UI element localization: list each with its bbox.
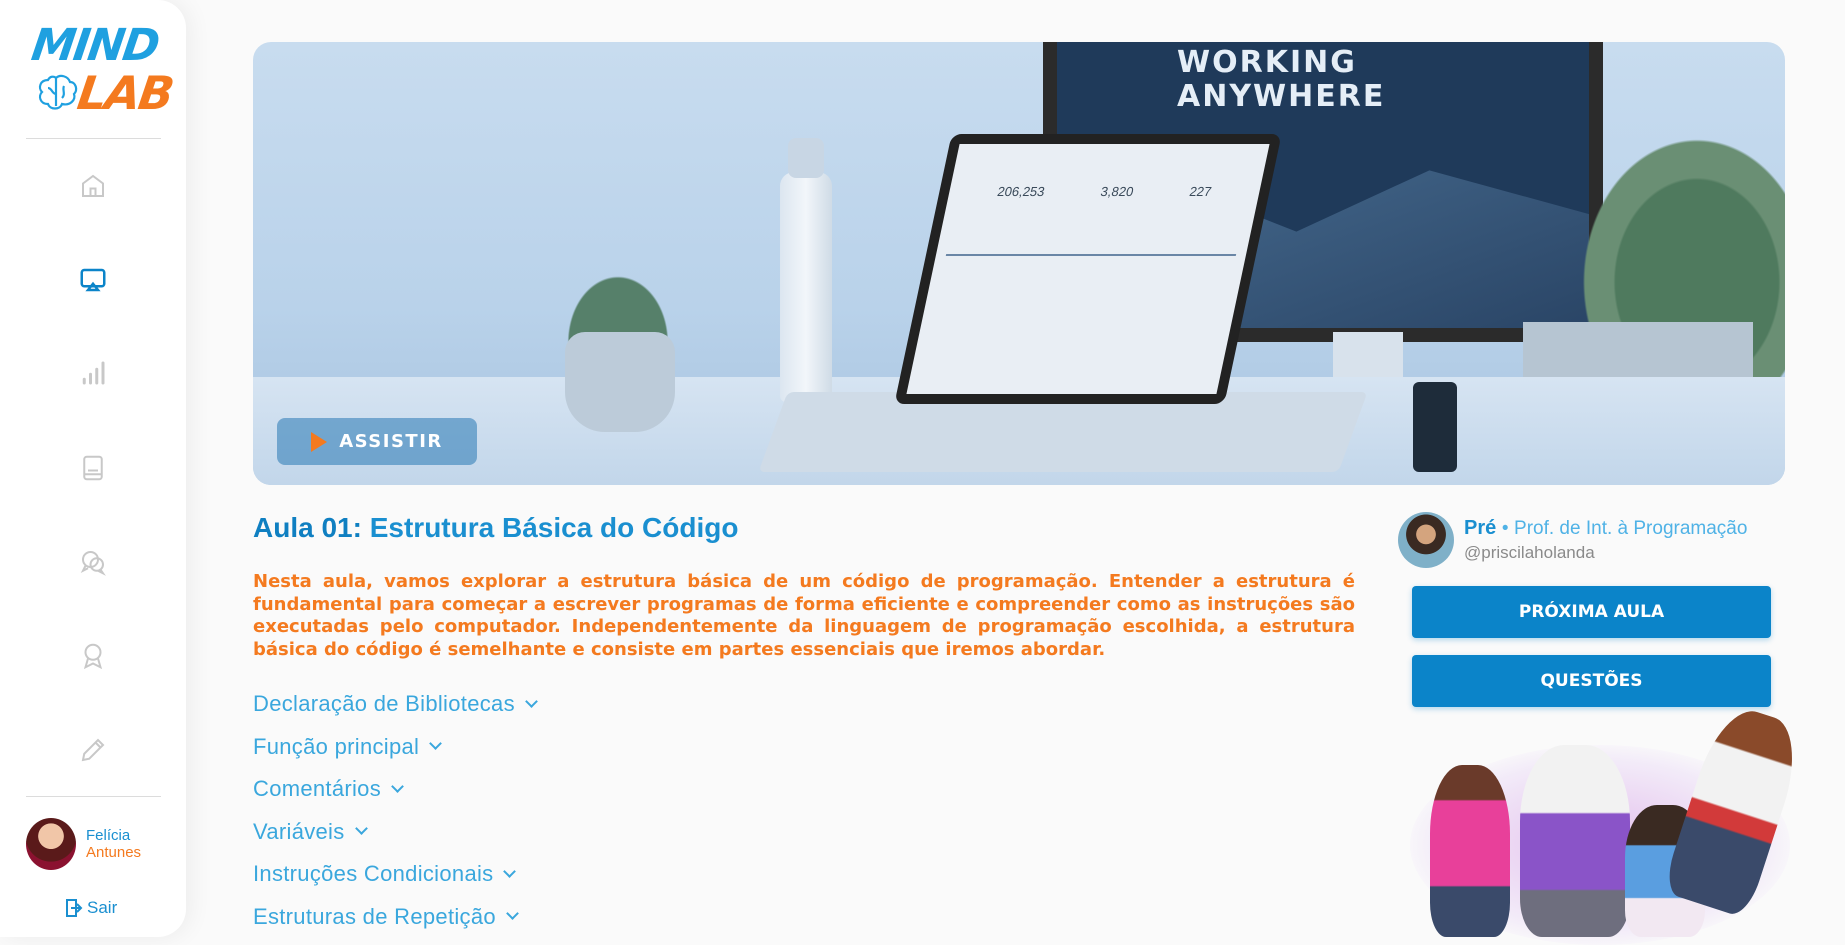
user-name: Felícia Antunes (86, 827, 141, 861)
sidebar-item-award[interactable] (75, 638, 111, 674)
chevron-down-icon (525, 694, 538, 708)
topic-label: Comentários (253, 776, 382, 802)
teacher-card[interactable]: Pré • Prof. de Int. à Programação @prisc… (1398, 512, 1747, 568)
teacher-role: Prof. de Int. à Programação (1514, 518, 1748, 539)
chevron-down-icon (429, 737, 443, 751)
topic-label: Instruções Condicionais (253, 861, 494, 887)
chevron-down-icon (503, 864, 517, 878)
sidebar-item-home[interactable] (75, 168, 111, 204)
topic-item-variaveis[interactable]: Variáveis (253, 811, 536, 854)
laptop-image: 206,253 3,820 227 (894, 134, 1282, 404)
laptop-stat: 227 (1188, 184, 1213, 199)
lesson-description: Nesta aula, vamos explorar a estrutura b… (253, 571, 1355, 660)
mindlab-logo[interactable]: MIND LAB (28, 18, 175, 120)
topic-item-condicionais[interactable]: Instruções Condicionais (253, 853, 536, 896)
topic-list: Declaração de Bibliotecas Função princip… (253, 683, 538, 939)
questions-button[interactable]: QUESTÕES (1412, 655, 1771, 707)
small-plant-image (503, 192, 733, 342)
laptop-stat: 206,253 (996, 184, 1047, 199)
sidebar-item-book[interactable] (75, 450, 111, 486)
next-lesson-button[interactable]: PRÓXIMA AULA (1412, 586, 1771, 638)
screen-cast-icon (80, 268, 106, 292)
plant-pot-image (565, 332, 675, 432)
pencil-icon (81, 738, 105, 762)
monitor-text-line1: WORKING (1177, 45, 1357, 80)
bottle-image (780, 138, 832, 402)
play-icon (311, 431, 328, 452)
sidebar-divider (26, 796, 161, 797)
teacher-handle: @priscilaholanda (1464, 543, 1595, 562)
topic-label: Estruturas de Repetição (253, 903, 496, 929)
laptop-stat: 3,820 (1099, 184, 1135, 199)
logout-button[interactable]: Sair (65, 898, 117, 918)
topic-item-repeticao[interactable]: Estruturas de Repetição (253, 896, 536, 939)
mascot-dog (1520, 745, 1630, 937)
keyboard-image (758, 392, 1368, 472)
monitor-text-line2: ANYWHERE (1177, 79, 1386, 114)
signal-bars-icon (82, 361, 105, 385)
lesson-number: Aula 01: (253, 512, 362, 543)
chevron-down-icon (506, 907, 519, 921)
topic-label: Função principal (253, 733, 420, 759)
topic-item-comentarios[interactable]: Comentários (253, 768, 536, 811)
mascots-illustration (1390, 700, 1810, 945)
teacher-line: Pré • Prof. de Int. à Programação (1464, 517, 1747, 540)
sidebar-item-stats[interactable] (75, 355, 111, 391)
home-icon (82, 174, 104, 197)
lesson-title: Aula 01: Estrutura Básica do Código (253, 512, 738, 544)
topic-item-funcao-principal[interactable]: Função principal (253, 726, 536, 769)
book-icon (83, 455, 103, 481)
award-icon (83, 643, 103, 670)
teacher-avatar (1398, 512, 1454, 568)
chat-bubbles-icon (80, 551, 106, 576)
lesson-name: Estrutura Básica do Código (369, 512, 739, 543)
teacher-separator: • (1501, 518, 1509, 539)
chevron-down-icon (354, 822, 368, 836)
laptop-stats: 206,253 3,820 227 (968, 184, 1241, 199)
sidebar-item-aulas[interactable] (75, 262, 111, 298)
topic-item-bibliotecas[interactable]: Declaração de Bibliotecas (253, 683, 538, 726)
teacher-name: Pré (1464, 517, 1497, 539)
logout-icon (66, 899, 83, 917)
user-last-name: Antunes (86, 844, 142, 861)
logout-label: Sair (87, 898, 118, 917)
watch-label: ASSISTIR (339, 431, 443, 452)
topic-label: Declaração de Bibliotecas (253, 691, 515, 717)
teacher-info: Pré • Prof. de Int. à Programação @prisc… (1464, 517, 1747, 563)
user-profile[interactable]: Felícia Antunes (26, 818, 141, 870)
pen-holder-image (1413, 382, 1457, 472)
topic-label: Variáveis (253, 818, 345, 844)
sidebar-divider (26, 138, 161, 139)
watch-button[interactable]: ASSISTIR (277, 418, 477, 465)
logo-text-bottom: LAB (74, 66, 176, 120)
logo-text-top: MIND (28, 20, 162, 71)
user-first-name: Felícia (86, 827, 131, 844)
chevron-down-icon (391, 779, 404, 793)
lesson-video-banner[interactable]: WORKING ANYWHERE 206,253 3,820 227 (253, 42, 1785, 485)
sidebar-item-chat[interactable] (75, 544, 111, 580)
monitor-text: WORKING ANYWHERE (1177, 46, 1385, 114)
sidebar: MIND LAB Felícia Antunes Sair (0, 0, 186, 937)
bottle-cap (788, 138, 824, 178)
sidebar-item-edit[interactable] (75, 732, 111, 768)
laptop-chart-line (945, 254, 1237, 256)
avatar (26, 818, 76, 870)
mascot-boy (1430, 765, 1510, 937)
